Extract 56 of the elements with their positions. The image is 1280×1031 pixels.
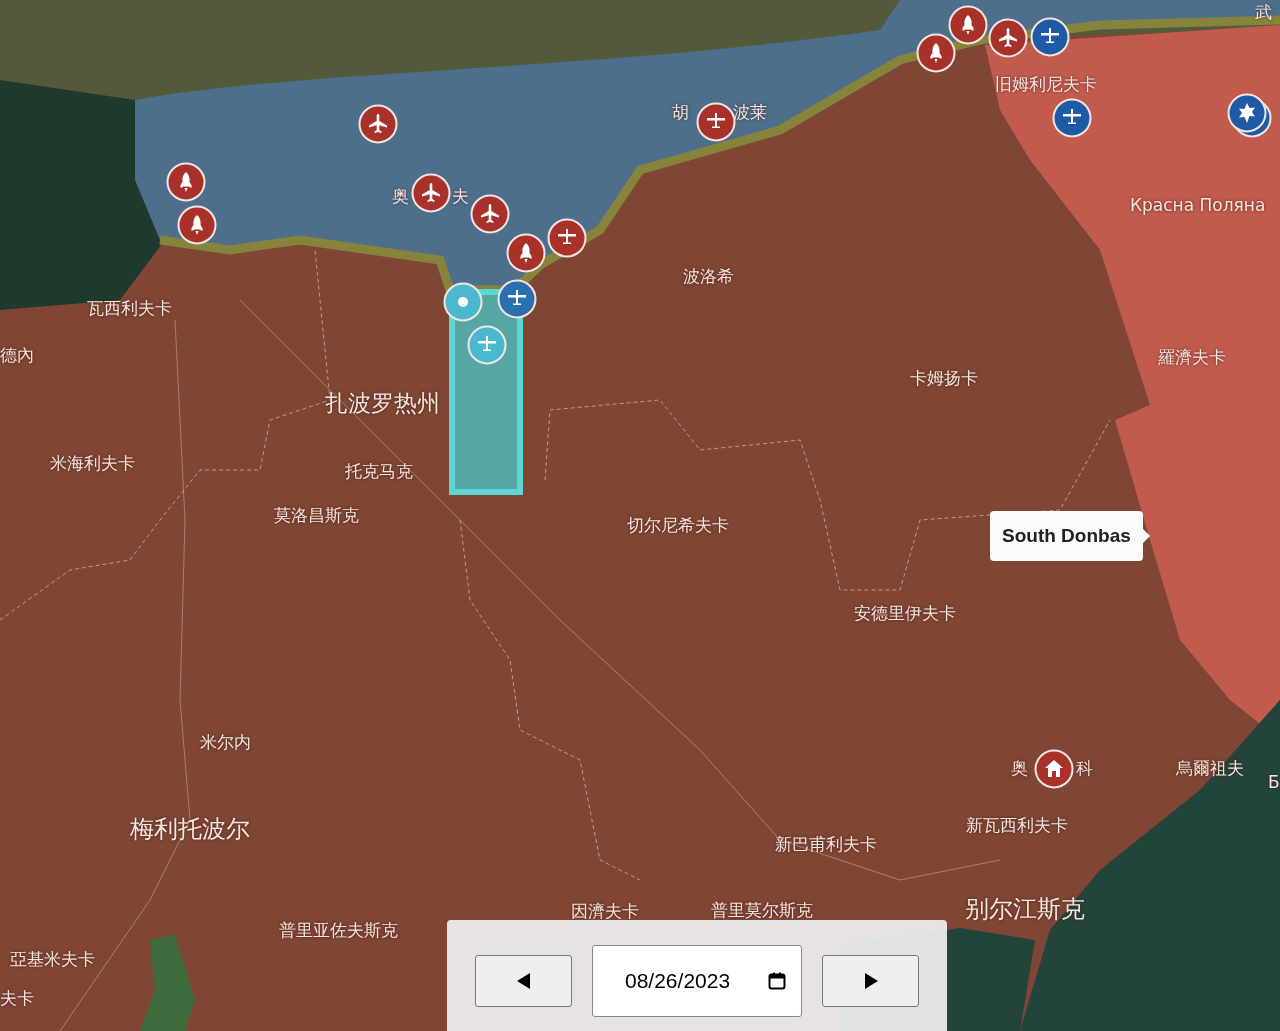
house-marker[interactable] <box>1034 749 1074 789</box>
dot-marker[interactable] <box>443 282 483 322</box>
place-label: 卡姆扬卡 <box>910 368 978 389</box>
place-label: 武 <box>1255 2 1272 23</box>
place-label: 旧姆利尼夫卡 <box>995 74 1097 95</box>
place-label: 托克马克 <box>345 461 413 482</box>
place-label: 米海利夫卡 <box>50 453 135 474</box>
place-label: 因濟夫卡 <box>571 901 639 922</box>
place-label: 科 <box>1076 758 1093 779</box>
place-label: 别尔江斯克 <box>965 895 1085 924</box>
place-label: 梅利托波尔 <box>130 815 250 844</box>
place-label: 瓦西利夫卡 <box>87 298 172 319</box>
place-label: 羅濟夫卡 <box>1158 347 1226 368</box>
aircraft-marker[interactable] <box>467 325 507 365</box>
aircraft-marker[interactable] <box>1052 98 1092 138</box>
place-label: 奥 <box>392 186 409 207</box>
rocket-marker[interactable] <box>166 162 206 202</box>
aircraft-marker[interactable] <box>547 218 587 258</box>
next-button[interactable] <box>822 954 919 1007</box>
aircraft-marker[interactable] <box>470 194 510 234</box>
place-label: 新瓦西利夫卡 <box>966 815 1068 836</box>
place-label: Красна Поляна <box>1130 195 1266 216</box>
place-label: 胡 <box>672 102 689 123</box>
aircraft-marker[interactable] <box>358 104 398 144</box>
rocket-marker[interactable] <box>916 33 956 73</box>
place-label: Б <box>1268 772 1280 793</box>
place-label: 夫卡 <box>0 988 34 1009</box>
place-label: 安德里伊夫卡 <box>854 603 956 624</box>
place-label: 亞基米夫卡 <box>10 949 95 970</box>
place-label: 普里亚佐夫斯克 <box>279 920 398 941</box>
place-label: 波莱 <box>733 102 767 123</box>
aircraft-marker[interactable] <box>1030 17 1070 57</box>
place-label: 普里莫尔斯克 <box>711 900 813 921</box>
rocket-marker[interactable] <box>948 5 988 45</box>
place-label: 奥 <box>1011 758 1028 779</box>
previous-button[interactable] <box>475 954 572 1007</box>
date-field[interactable]: 08/26/2023 <box>592 944 802 1017</box>
rocket-marker[interactable] <box>177 205 217 245</box>
calendar-icon[interactable] <box>768 971 786 990</box>
place-label: 扎波罗热州 <box>325 390 440 418</box>
place-label: 波洛希 <box>683 266 734 287</box>
place-label: 夫 <box>452 186 469 207</box>
place-label: 德內 <box>0 345 34 366</box>
place-label: 烏爾祖夫 <box>1176 758 1244 779</box>
map-tooltip: South Donbas <box>990 511 1150 561</box>
aircraft-marker[interactable] <box>988 18 1028 58</box>
place-label: 米尔内 <box>200 732 251 753</box>
rocket-marker[interactable] <box>506 233 546 273</box>
place-label: 莫洛昌斯克 <box>274 505 359 526</box>
aircraft-marker[interactable] <box>497 279 537 319</box>
right-triangle-icon <box>862 971 879 990</box>
aircraft-marker[interactable] <box>411 173 451 213</box>
place-label: 切尔尼希夫卡 <box>627 515 729 536</box>
place-label: 新巴甫利夫卡 <box>775 834 877 855</box>
star-marker[interactable] <box>1227 93 1273 139</box>
left-triangle-icon <box>515 971 532 990</box>
